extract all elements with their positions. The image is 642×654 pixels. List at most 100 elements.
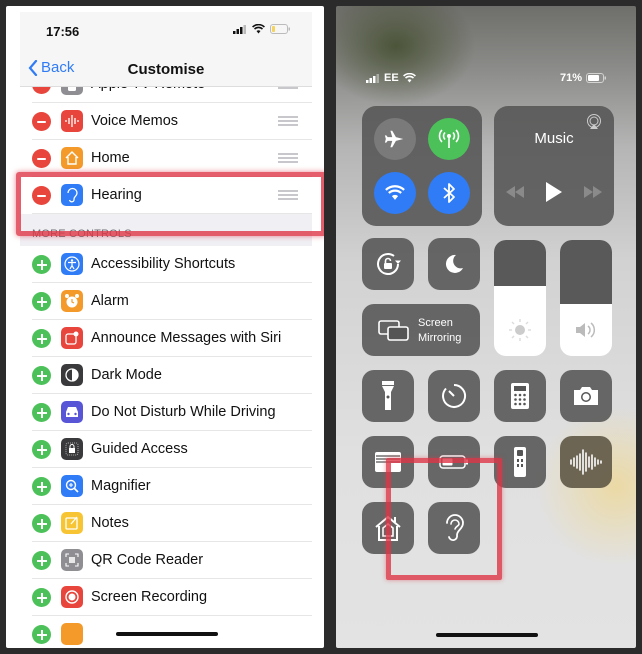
add-control-button[interactable] bbox=[32, 292, 51, 311]
wallet-icon bbox=[375, 452, 401, 472]
airplane-mode-toggle[interactable] bbox=[374, 118, 416, 160]
orientation-lock-button[interactable] bbox=[362, 238, 414, 290]
add-control-button[interactable] bbox=[32, 514, 51, 533]
remove-control-button[interactable] bbox=[32, 149, 51, 168]
screen-mirroring-line2: Mirroring bbox=[418, 332, 462, 344]
wifi-icon bbox=[252, 24, 265, 34]
cellular-data-toggle[interactable] bbox=[428, 118, 470, 160]
add-control-button[interactable] bbox=[32, 255, 51, 274]
dark-mode-icon bbox=[61, 364, 83, 386]
control-label: QR Code Reader bbox=[91, 552, 204, 568]
minus-icon bbox=[37, 157, 46, 160]
apple-tv-remote-button[interactable] bbox=[494, 436, 546, 488]
calculator-icon bbox=[511, 383, 529, 409]
brightness-slider[interactable] bbox=[494, 240, 546, 356]
control-label: Guided Access bbox=[91, 441, 188, 457]
timer-button[interactable] bbox=[428, 370, 480, 422]
record-icon bbox=[61, 586, 83, 608]
battery-icon bbox=[270, 24, 290, 34]
signal-icon bbox=[233, 24, 246, 34]
hearing-button[interactable] bbox=[428, 502, 480, 554]
fast-forward-icon[interactable] bbox=[584, 186, 602, 198]
minus-icon bbox=[37, 194, 46, 197]
battery-percent: 71% bbox=[559, 72, 582, 84]
list-item: Dark Mode bbox=[20, 357, 312, 394]
add-control-button[interactable] bbox=[32, 329, 51, 348]
volume-empty-track bbox=[560, 240, 612, 304]
airplay-icon[interactable] bbox=[586, 114, 602, 130]
wifi-toggle[interactable] bbox=[374, 172, 416, 214]
section-header: MORE CONTROLS bbox=[20, 214, 312, 246]
play-icon[interactable] bbox=[546, 182, 562, 202]
control-label: Home bbox=[91, 150, 130, 166]
controls-list: Apple TV RemoteVoice MemosHomeHearingMOR… bbox=[20, 66, 312, 648]
add-control-button[interactable] bbox=[32, 477, 51, 496]
announce-messages-icon bbox=[61, 327, 83, 349]
low-power-mode-button[interactable] bbox=[428, 436, 480, 488]
add-control-button[interactable] bbox=[32, 551, 51, 570]
list-item: Alarm bbox=[20, 283, 312, 320]
bluetooth-toggle[interactable] bbox=[428, 172, 470, 214]
wallet-button[interactable] bbox=[362, 436, 414, 488]
add-control-button[interactable] bbox=[32, 366, 51, 385]
rewind-icon[interactable] bbox=[506, 186, 524, 198]
orientation-lock-icon bbox=[377, 253, 401, 275]
control-label: Notes bbox=[91, 515, 129, 531]
plus-icon bbox=[36, 481, 47, 492]
add-control-button[interactable] bbox=[32, 625, 51, 644]
do-not-disturb-button[interactable] bbox=[428, 238, 480, 290]
camera-icon bbox=[574, 387, 598, 405]
list-item: Hearing bbox=[20, 177, 312, 214]
screen-mirroring-icon bbox=[378, 320, 409, 341]
home-indicator[interactable] bbox=[436, 633, 538, 637]
wifi-icon bbox=[385, 185, 405, 200]
control-label: Screen Recording bbox=[91, 589, 208, 605]
list-item: Accessibility Shortcuts bbox=[20, 246, 312, 283]
add-control-button[interactable] bbox=[32, 440, 51, 459]
remove-control-button[interactable] bbox=[32, 186, 51, 205]
cellular-antenna-icon bbox=[438, 129, 460, 148]
control-label: Announce Messages with Siri bbox=[91, 330, 282, 346]
remove-control-button[interactable] bbox=[32, 112, 51, 131]
reorder-handle[interactable] bbox=[278, 116, 298, 126]
partial-icon bbox=[61, 623, 83, 645]
status-icons bbox=[233, 24, 290, 34]
home-indicator[interactable] bbox=[116, 632, 218, 636]
plus-icon bbox=[36, 333, 47, 344]
ear-icon bbox=[446, 514, 464, 541]
control-label: Voice Memos bbox=[91, 113, 179, 129]
control-label: Dark Mode bbox=[91, 367, 162, 383]
status-time: 17:56 bbox=[46, 24, 80, 39]
reorder-handle[interactable] bbox=[278, 153, 298, 163]
home-icon bbox=[375, 515, 401, 541]
voice-memos-button[interactable] bbox=[560, 436, 612, 488]
list-item: Guided Access bbox=[20, 431, 312, 468]
speaker-icon bbox=[576, 322, 596, 338]
lock-icon bbox=[61, 438, 83, 460]
plus-icon bbox=[36, 518, 47, 529]
page-title: Customise bbox=[127, 61, 205, 78]
list-item: QR Code Reader bbox=[20, 542, 312, 579]
add-control-button[interactable] bbox=[32, 588, 51, 607]
calculator-button[interactable] bbox=[494, 370, 546, 422]
battery-icon bbox=[586, 73, 606, 83]
plus-icon bbox=[36, 592, 47, 603]
reorder-handle[interactable] bbox=[278, 190, 298, 200]
connectivity-module bbox=[362, 106, 482, 226]
home-button[interactable] bbox=[362, 502, 414, 554]
plus-icon bbox=[36, 444, 47, 455]
camera-button[interactable] bbox=[560, 370, 612, 422]
signal-icon bbox=[366, 73, 379, 83]
add-control-button[interactable] bbox=[32, 403, 51, 422]
control-label: Accessibility Shortcuts bbox=[91, 256, 236, 272]
wallpaper-blur bbox=[336, 6, 476, 106]
music-module[interactable]: Music bbox=[494, 106, 614, 226]
volume-slider[interactable] bbox=[560, 240, 612, 356]
screen-mirroring-label: Screen Mirroring bbox=[418, 316, 461, 346]
carrier-name: EE bbox=[384, 72, 399, 84]
plus-icon bbox=[36, 555, 47, 566]
screen-mirroring-button[interactable]: Screen Mirroring bbox=[362, 304, 480, 356]
cc-status-right: 71% bbox=[560, 72, 606, 84]
bluetooth-icon bbox=[443, 183, 455, 203]
flashlight-button[interactable] bbox=[362, 370, 414, 422]
